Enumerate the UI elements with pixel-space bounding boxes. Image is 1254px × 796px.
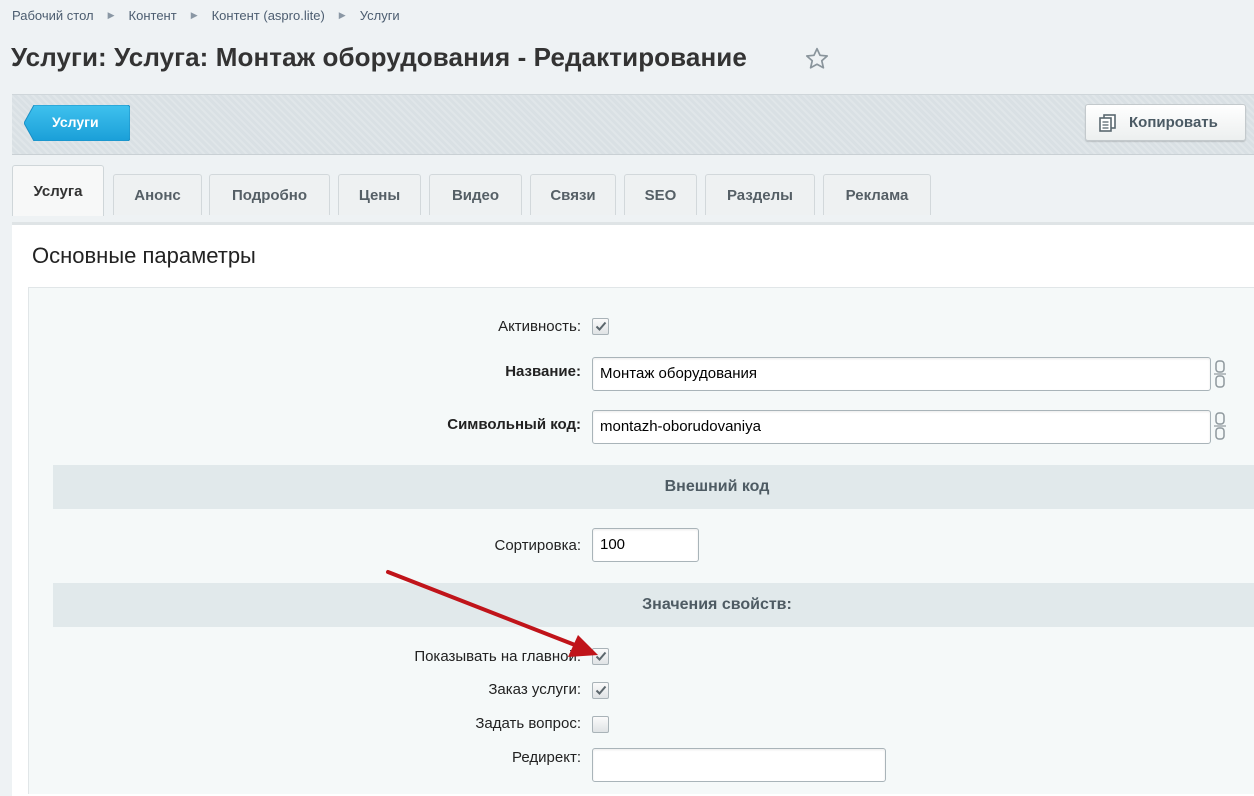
page-title: Услуги: Услуга: Монтаж оборудования - Ре… [11, 42, 747, 72]
chevron-right-icon: ▶ [190, 10, 198, 20]
order-checkbox[interactable] [592, 682, 609, 699]
properties-header: Значения свойств: [53, 583, 1254, 627]
back-button-label: Услуги [52, 114, 99, 130]
order-label: Заказ услуги: [488, 681, 581, 698]
breadcrumb: Рабочий стол ▶ Контент ▶ Контент (aspro.… [12, 8, 400, 23]
sort-input[interactable]: 100 [592, 528, 699, 562]
tab-links[interactable]: Связи [530, 174, 616, 215]
breadcrumb-item-services[interactable]: Услуги [360, 8, 400, 23]
checkmark-icon [595, 685, 607, 695]
tab-prices[interactable]: Цены [338, 174, 421, 215]
code-label: Символьный код: [447, 416, 581, 433]
tab-sections[interactable]: Разделы [705, 174, 815, 215]
question-label: Задать вопрос: [475, 715, 581, 732]
tab-video[interactable]: Видео [429, 174, 522, 215]
star-icon[interactable] [804, 46, 830, 72]
name-label: Название: [505, 363, 581, 380]
redirect-label: Редирект: [512, 749, 581, 766]
tab-details[interactable]: Подробно [209, 174, 330, 215]
code-input[interactable]: montazh-oborudovaniya [592, 410, 1211, 444]
annotation-arrow [386, 570, 598, 657]
question-checkbox[interactable] [592, 716, 609, 733]
copy-button[interactable]: Копировать [1085, 104, 1246, 141]
redirect-input[interactable] [592, 748, 886, 782]
breadcrumb-item-content-aspro[interactable]: Контент (aspro.lite) [212, 8, 325, 23]
breadcrumb-item-content[interactable]: Контент [129, 8, 177, 23]
active-label: Активность: [498, 318, 581, 335]
checkmark-icon [595, 321, 607, 331]
back-to-list-button[interactable]: Услуги [24, 105, 130, 141]
tab-seo[interactable]: SEO [624, 174, 697, 215]
active-checkbox[interactable] [592, 318, 609, 335]
copy-icon [1099, 114, 1116, 132]
toolbar [12, 94, 1254, 155]
link-chain-icon[interactable] [1213, 359, 1227, 389]
section-title: Основные параметры [32, 243, 256, 268]
tab-announce[interactable]: Анонс [113, 174, 202, 215]
external-code-header: Внешний код [53, 465, 1254, 509]
name-input[interactable]: Монтаж оборудования [592, 357, 1211, 391]
tab-service[interactable]: Услуга [12, 165, 104, 216]
chevron-right-icon: ▶ [338, 10, 346, 20]
tab-advertising[interactable]: Реклама [823, 174, 931, 215]
copy-button-label: Копировать [1129, 114, 1218, 131]
breadcrumb-item-desktop[interactable]: Рабочий стол [12, 8, 94, 23]
link-chain-icon[interactable] [1213, 411, 1227, 441]
sort-label: Сортировка: [494, 537, 582, 554]
chevron-right-icon: ▶ [107, 10, 115, 20]
